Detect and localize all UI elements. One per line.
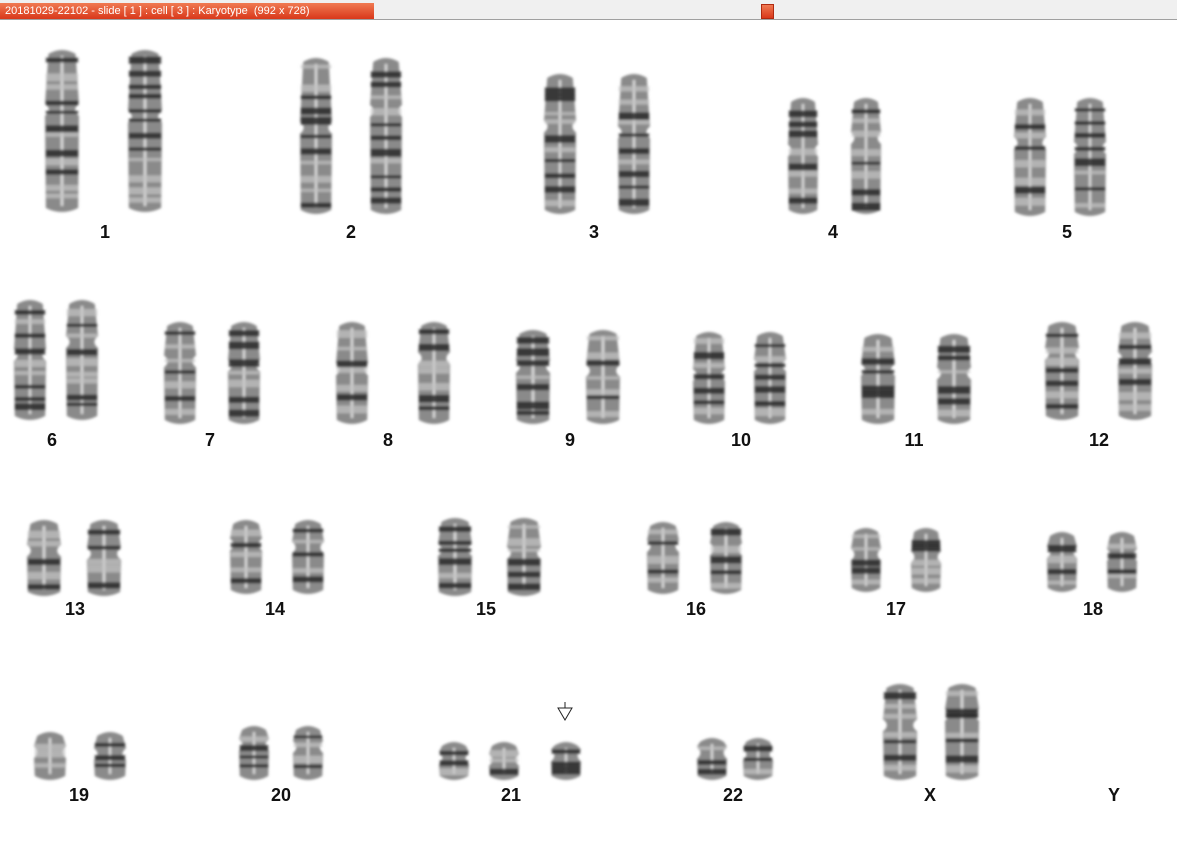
chromosome-20-copy[interactable]: [293, 726, 323, 780]
chromosome-19-copy[interactable]: [94, 732, 126, 780]
chromosome-label: 5: [1062, 222, 1072, 242]
chromosome-label: 4: [828, 222, 838, 242]
chromosome-6-copy[interactable]: [66, 300, 98, 420]
chromosome-8-copy[interactable]: [336, 322, 368, 424]
karyotype-canvas: 1 2 3 4 56 7 8 9 10 11 1213 14 15 16 17 1819 20 21 22 X Y: [14, 50, 1152, 805]
chromosome-label: 16: [686, 599, 706, 619]
chromosome-4-copy[interactable]: [851, 98, 881, 214]
chromosome-17-copy[interactable]: [851, 528, 881, 592]
chromosome-17[interactable]: 17: [851, 528, 941, 619]
chromosome-label: 6: [47, 430, 57, 450]
chromosome-14-copy[interactable]: [292, 520, 324, 594]
chromosome-8[interactable]: 8: [336, 322, 450, 450]
chromosome-label: 12: [1089, 430, 1109, 450]
chromosome-9-copy[interactable]: [586, 330, 620, 424]
chromosome-label: 18: [1083, 599, 1103, 619]
chromosome-7-copy[interactable]: [164, 322, 196, 424]
chromosome-2-copy[interactable]: [370, 58, 402, 214]
chromosome-13-copy[interactable]: [87, 520, 121, 596]
chromosome-22-copy[interactable]: [697, 738, 727, 780]
chromosome-20[interactable]: 20: [239, 726, 323, 805]
chromosome-10-copy[interactable]: [693, 332, 725, 424]
chromosome-12-copy[interactable]: [1118, 322, 1152, 420]
chromosome-label: 15: [476, 599, 496, 619]
chromosome-17-copy[interactable]: [911, 528, 941, 592]
chromosome-19[interactable]: 19: [34, 732, 126, 805]
chromosome-9-copy[interactable]: [516, 330, 550, 424]
chromosome-21-copy[interactable]: [439, 742, 469, 780]
chromosome-11-copy[interactable]: [861, 334, 895, 424]
chromosome-18[interactable]: 18: [1047, 532, 1137, 619]
chromosome-4-copy[interactable]: [788, 98, 818, 214]
chromosome-label: 13: [65, 599, 85, 619]
chromosome-14[interactable]: 14: [230, 520, 324, 619]
chromosome-15-copy[interactable]: [507, 518, 541, 596]
chromosome-18-copy[interactable]: [1047, 532, 1077, 592]
chromosome-19-copy[interactable]: [34, 732, 66, 780]
chromosome-10-copy[interactable]: [754, 332, 786, 424]
chromosome-1[interactable]: 1: [45, 50, 162, 242]
chromosome-5-copy[interactable]: [1014, 98, 1046, 216]
chromosome-7-copy[interactable]: [228, 322, 260, 424]
chromosome-x-copy[interactable]: [945, 684, 979, 780]
chromosome-12-copy[interactable]: [1045, 322, 1079, 420]
chromosome-8-copy[interactable]: [418, 322, 450, 424]
chromosome-label: 14: [265, 599, 285, 619]
chromosome-7[interactable]: 7: [164, 322, 260, 450]
chromosome-label: 20: [271, 785, 291, 805]
chromosome-label: 19: [69, 785, 89, 805]
chromosome-label: Y: [1108, 785, 1120, 805]
chromosome-20-copy[interactable]: [239, 726, 269, 780]
chromosome-10[interactable]: 10: [693, 332, 786, 450]
chromosome-21-copy[interactable]: [551, 742, 581, 780]
chromosome-label: 3: [589, 222, 599, 242]
chromosome-13[interactable]: 13: [27, 520, 121, 619]
chromosome-12[interactable]: 12: [1045, 322, 1152, 450]
chromosome-6[interactable]: 6: [14, 300, 98, 450]
chromosome-x-copy[interactable]: [883, 684, 917, 780]
chromosome-y[interactable]: Y: [1108, 785, 1120, 805]
chromosome-label: 10: [731, 430, 751, 450]
chromosome-15-copy[interactable]: [438, 518, 472, 596]
chromosome-21[interactable]: 21: [439, 742, 581, 805]
chromosome-4[interactable]: 4: [788, 98, 881, 242]
down-arrow-icon: [557, 702, 573, 721]
chromosome-13-copy[interactable]: [27, 520, 61, 596]
chromosome-22-copy[interactable]: [743, 738, 773, 780]
chromosome-14-copy[interactable]: [230, 520, 262, 594]
chromosome-18-copy[interactable]: [1107, 532, 1137, 592]
chromosome-6-copy[interactable]: [14, 300, 46, 420]
chromosome-16-copy[interactable]: [647, 522, 679, 594]
chromosome-9[interactable]: 9: [516, 330, 620, 450]
chromosome-label: 1: [100, 222, 110, 242]
chromosome-15[interactable]: 15: [438, 518, 541, 619]
chromosome-3-copy[interactable]: [618, 74, 650, 214]
chromosome-x[interactable]: X: [883, 684, 979, 805]
chromosome-label: 7: [205, 430, 215, 450]
chromosome-label: 17: [886, 599, 906, 619]
chromosome-label: 2: [346, 222, 356, 242]
chromosome-11[interactable]: 11: [861, 334, 971, 450]
chromosome-label: 8: [383, 430, 393, 450]
chromosome-3-copy[interactable]: [544, 74, 576, 214]
chromosome-11-copy[interactable]: [937, 334, 971, 424]
chromosome-2[interactable]: 2: [300, 58, 402, 242]
chromosome-5[interactable]: 5: [1014, 98, 1106, 242]
chromosome-label: X: [924, 785, 936, 805]
chromosome-1-copy[interactable]: [45, 50, 79, 212]
chromosome-16-copy[interactable]: [710, 522, 742, 594]
chromosome-21-copy[interactable]: [489, 742, 519, 780]
chromosome-2-copy[interactable]: [300, 58, 332, 214]
chromosome-16[interactable]: 16: [647, 522, 742, 619]
chromosome-5-copy[interactable]: [1074, 98, 1106, 216]
chromosome-3[interactable]: 3: [544, 74, 650, 242]
chromosome-label: 22: [723, 785, 743, 805]
chromosome-label: 9: [565, 430, 575, 450]
chromosome-22[interactable]: 22: [697, 738, 773, 805]
chromosome-label: 21: [501, 785, 521, 805]
chromosome-1-copy[interactable]: [128, 50, 162, 212]
chromosome-label: 11: [904, 430, 923, 450]
